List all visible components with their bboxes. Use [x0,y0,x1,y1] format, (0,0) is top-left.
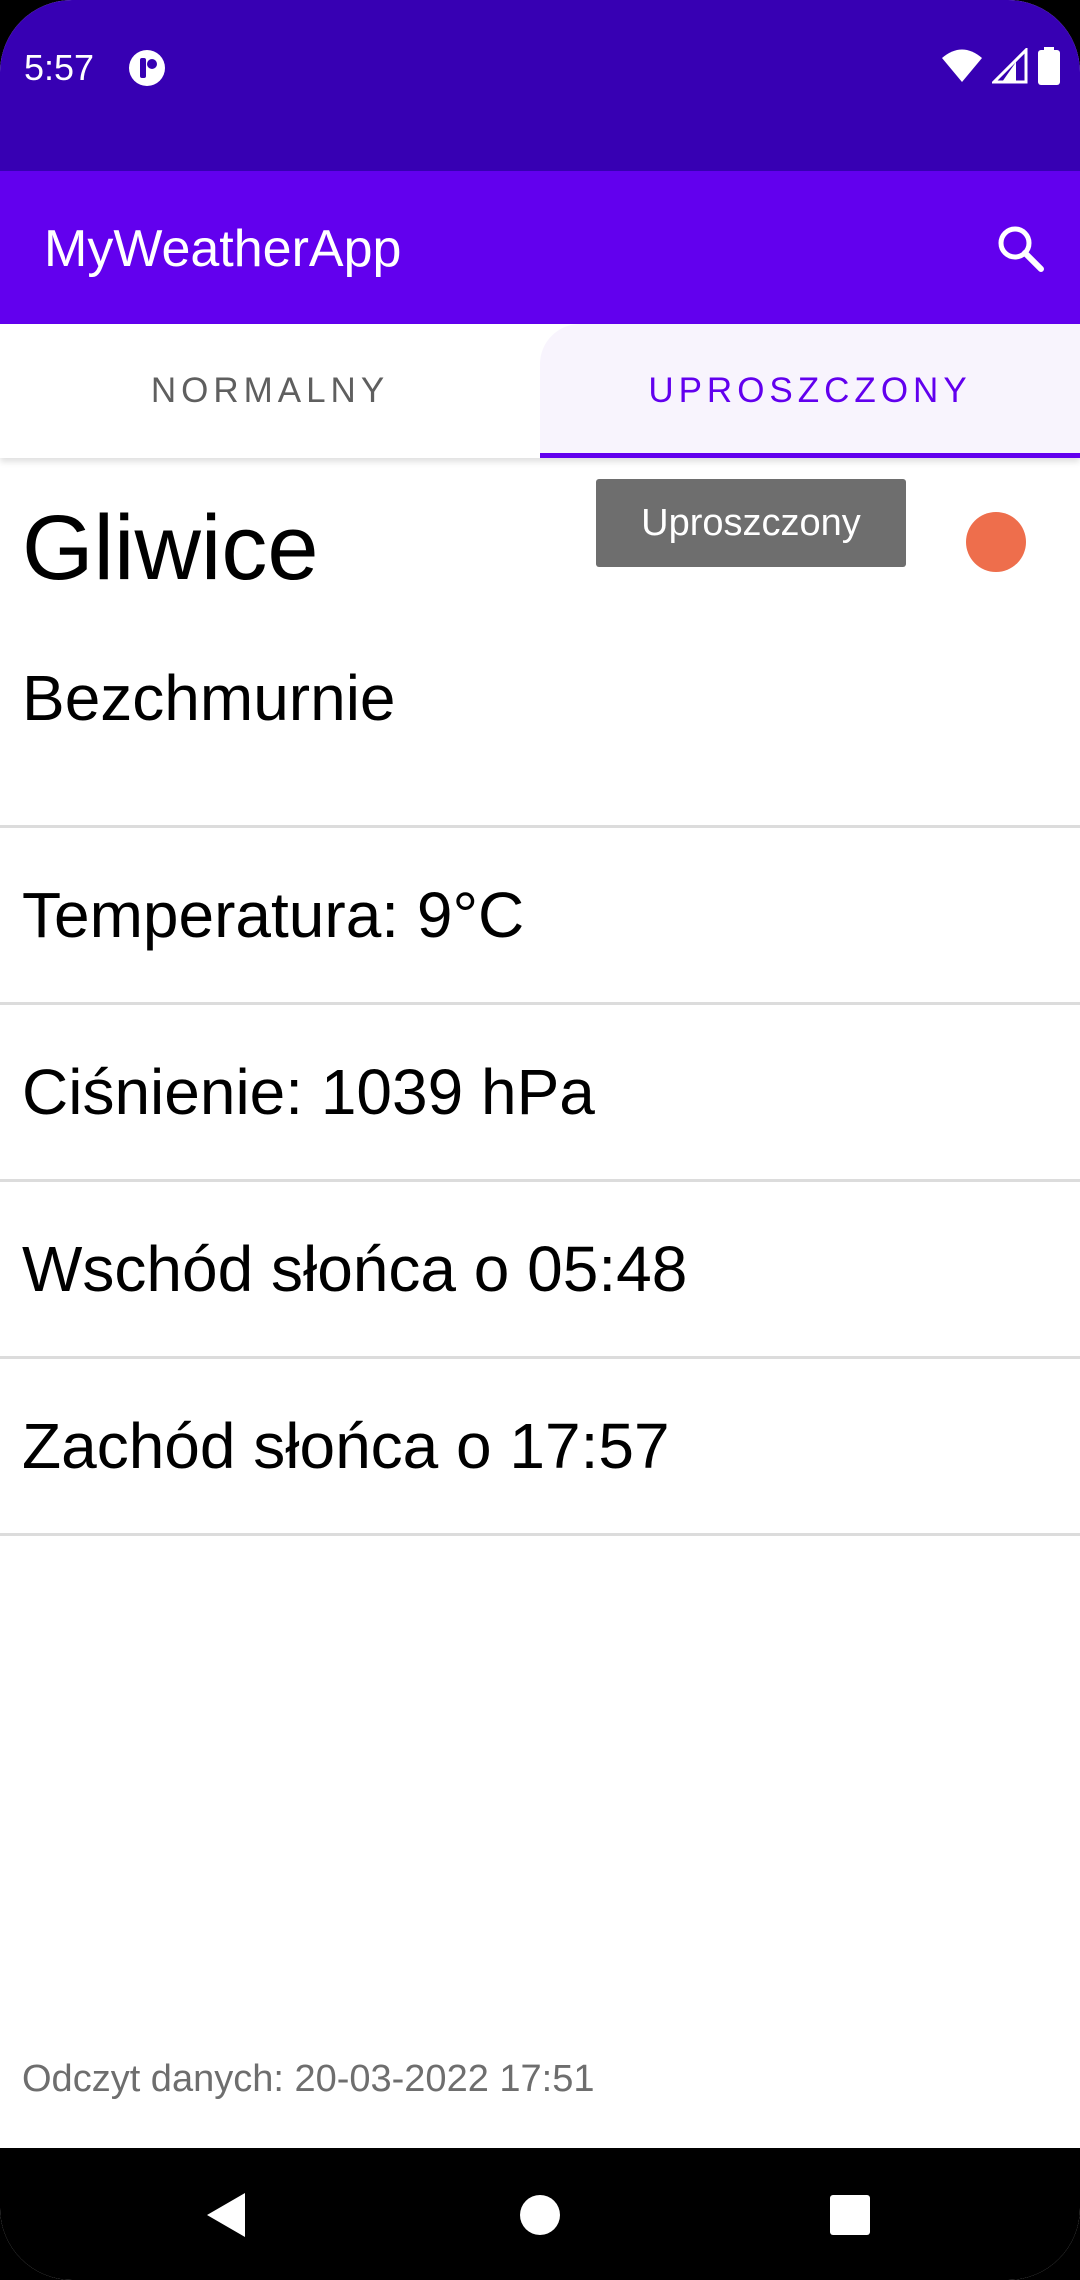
tab-uproszczony[interactable]: UPROSZCZONY [540,324,1080,458]
weather-details-list: Temperatura: 9°C Ciśnienie: 1039 hPa Wsc… [0,825,1080,1536]
back-button[interactable] [180,2170,270,2260]
tab-bar: NORMALNY UPROSZCZONY [0,324,1080,458]
temperature-row: Temperatura: 9°C [0,825,1080,1002]
status-dot[interactable] [966,512,1026,572]
tooltip: Uproszczony [596,479,906,567]
app-bar: MyWeatherApp [0,171,1080,324]
data-timestamp: Odczyt danych: 20-03-2022 17:51 [22,2058,595,2100]
status-time: 5:57 [24,47,95,88]
home-icon [520,2195,560,2235]
back-icon [207,2193,245,2237]
pressure-row: Ciśnienie: 1039 hPa [0,1002,1080,1179]
status-bar: 5:57 [0,0,1080,171]
app-notification-icon [128,49,166,87]
weather-condition: Bezchmurnie [22,662,396,734]
signal-icon [990,45,1028,89]
recents-button[interactable] [805,2170,895,2260]
search-button[interactable] [976,204,1064,292]
sunset-row: Zachód słońca o 17:57 [0,1356,1080,1536]
battery-icon [1038,46,1060,90]
app-title: MyWeatherApp [44,220,402,278]
screen: 5:57 MyWeatherApp NORMALNY UPROSZCZONY G… [0,0,1080,2280]
tab-indicator [540,453,1080,458]
navigation-bar [0,2148,1080,2280]
sunrise-row: Wschód słońca o 05:48 [0,1179,1080,1356]
recents-icon [830,2195,870,2235]
wifi-icon [942,49,982,88]
home-button[interactable] [495,2170,585,2260]
city-name: Gliwice [22,497,319,599]
search-icon [998,226,1044,272]
status-icons [942,45,1060,90]
tab-normalny[interactable]: NORMALNY [0,324,540,458]
